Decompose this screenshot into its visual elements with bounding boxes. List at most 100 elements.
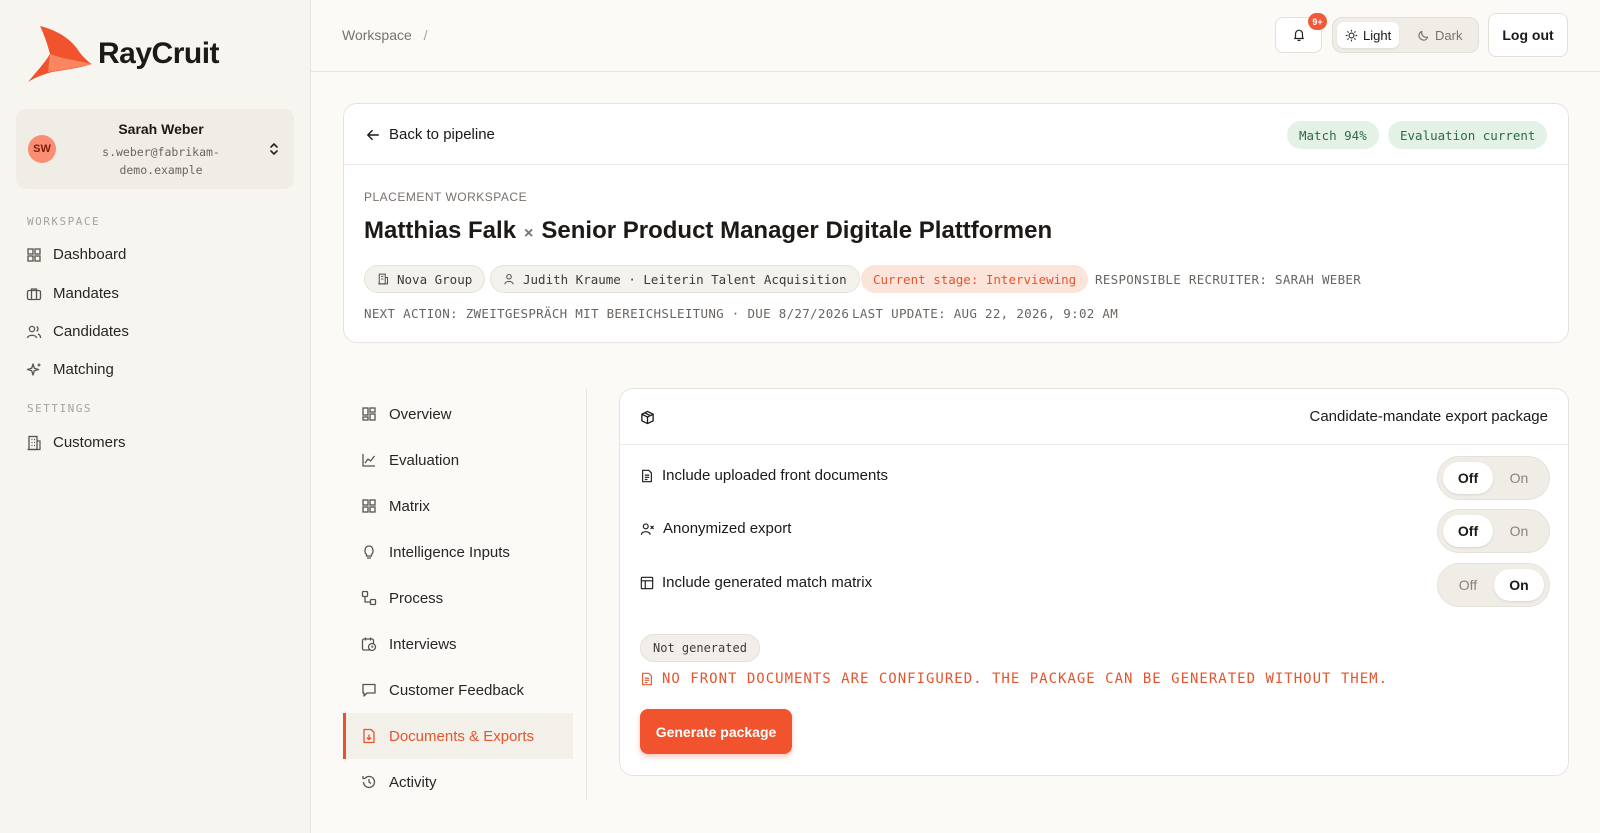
role-title: Senior Product Manager Digitale Plattfor…: [541, 217, 1053, 244]
option-anonymized-export: Anonymized export: [640, 520, 791, 537]
option-match-matrix: Include generated match matrix: [640, 574, 872, 591]
subnav-item-intelligence-inputs[interactable]: Intelligence Inputs: [343, 529, 573, 575]
contact-chip[interactable]: Judith Kraume · Leiterin Talent Acquisit…: [490, 265, 860, 293]
logout-button[interactable]: Log out: [1488, 13, 1568, 57]
option-label: Anonymized export: [663, 520, 792, 537]
front-documents-off-button[interactable]: Off: [1443, 462, 1493, 494]
page-eyebrow: PLACEMENT WORKSPACE: [364, 190, 528, 204]
sparkle-icon: [26, 362, 41, 376]
subnav-item-interviews[interactable]: Interviews: [343, 621, 573, 667]
anonymized-on-button[interactable]: On: [1494, 515, 1544, 547]
subnav-item-label: Process: [389, 589, 444, 607]
brand-logo[interactable]: RayCruit: [26, 24, 220, 84]
nav-section-settings: SETTINGS: [27, 402, 92, 415]
card-toolbar: Back to pipeline Match 94% Evaluation cu…: [344, 104, 1568, 165]
contact-name: Judith Kraume · Leiterin Talent Acquisit…: [523, 271, 847, 287]
subnav-item-overview[interactable]: Overview: [343, 391, 573, 437]
user-switcher[interactable]: SW Sarah Weber s.weber@fabrikam-demo.exa…: [16, 109, 294, 189]
match-score-badge: Match 94%: [1287, 121, 1379, 149]
top-header: Workspace / 9+ Light Dark Log out: [311, 0, 1600, 72]
placement-header-card: Back to pipeline Match 94% Evaluation cu…: [343, 103, 1569, 343]
sidebar-item-label: Matching: [53, 361, 114, 378]
package-icon: [641, 410, 654, 425]
lightbulb-icon: [364, 545, 374, 559]
theme-light-label: Light: [1363, 27, 1392, 43]
option-label: Include generated match matrix: [662, 574, 873, 591]
sidebar-item-customers[interactable]: Customers: [26, 434, 126, 451]
page-title: Matthias Falk × Senior Product Manager D…: [364, 217, 1052, 245]
match-matrix-off-button[interactable]: Off: [1443, 569, 1493, 601]
company-chip[interactable]: Nova Group: [364, 265, 486, 293]
front-documents-on-button[interactable]: On: [1494, 462, 1544, 494]
building-icon: [27, 435, 41, 450]
breadcrumb-separator: /: [423, 27, 428, 43]
building-icon: [378, 273, 389, 285]
notifications-badge: 9+: [1308, 13, 1327, 30]
sidebar-item-mandates[interactable]: Mandates: [26, 285, 119, 302]
sidebar-item-label: Dashboard: [53, 246, 127, 263]
subnav-item-documents-exports[interactable]: Documents & Exports: [343, 713, 573, 759]
theme-dark-button[interactable]: Dark: [1409, 22, 1470, 48]
nav-section-workspace: WORKSPACE: [27, 215, 101, 228]
subnav-item-matrix[interactable]: Matrix: [343, 483, 573, 529]
moon-icon: [1418, 30, 1429, 41]
front-documents-toggle: Off On: [1437, 456, 1550, 500]
candidate-name: Matthias Falk: [364, 217, 517, 244]
times-separator: ×: [524, 225, 534, 242]
user-name: Sarah Weber: [118, 121, 204, 137]
subnav-item-label: Documents & Exports: [389, 727, 535, 745]
warning-text: NO FRONT DOCUMENTS ARE CONFIGURED. THE P…: [662, 671, 1389, 687]
file-alert-icon: [642, 672, 652, 686]
subnav-item-customer-feedback[interactable]: Customer Feedback: [343, 667, 573, 713]
table-icon: [640, 576, 654, 589]
match-matrix-on-button[interactable]: On: [1494, 569, 1544, 601]
subnav-item-process[interactable]: Process: [343, 575, 573, 621]
responsible-recruiter: RESPONSIBLE RECRUITER: SARAH WEBER: [1095, 272, 1362, 287]
avatar: SW: [28, 135, 56, 163]
evaluation-status-badge: Evaluation current: [1388, 121, 1548, 149]
history-icon: [362, 775, 376, 789]
breadcrumb-item-workspace[interactable]: Workspace: [342, 27, 412, 43]
grid-icon: [27, 247, 41, 262]
back-link-label: Back to pipeline: [389, 126, 495, 143]
theme-dark-label: Dark: [1435, 27, 1463, 43]
breadcrumb: Workspace /: [342, 27, 428, 43]
package-status-badge: Not generated: [640, 634, 760, 662]
raycruit-logo-icon: [28, 26, 92, 82]
users-icon: [26, 325, 42, 338]
grid-icon: [362, 407, 376, 421]
sidebar-item-matching[interactable]: Matching: [26, 361, 114, 378]
bell-icon: [1293, 29, 1304, 42]
user-x-icon: [640, 522, 655, 535]
export-card-header: Candidate-mandate export package: [620, 389, 1568, 445]
subnav-item-activity[interactable]: Activity: [343, 759, 573, 805]
sidebar-item-dashboard[interactable]: Dashboard: [26, 246, 126, 263]
subnav-item-label: Matrix: [389, 497, 430, 515]
sidebar-item-label: Customers: [53, 434, 126, 451]
anonymized-off-button[interactable]: Off: [1443, 515, 1493, 547]
message-icon: [362, 683, 376, 697]
company-name: Nova Group: [397, 271, 473, 287]
sidebar: RayCruit SW Sarah Weber s.weber@fabrikam…: [0, 0, 311, 833]
warning-message: NO FRONT DOCUMENTS ARE CONFIGURED. THE P…: [640, 671, 1388, 687]
calendar-clock-icon: [361, 637, 377, 652]
brand-name: RayCruit: [98, 37, 220, 70]
next-action: NEXT ACTION: ZWEITGESPRÄCH MIT BEREICHSL…: [364, 306, 850, 321]
file-text-icon: [642, 469, 652, 482]
user-icon: [504, 273, 514, 285]
subnav-item-label: Activity: [389, 773, 437, 791]
subnav-item-evaluation[interactable]: Evaluation: [343, 437, 573, 483]
theme-toggle: Light Dark: [1332, 17, 1479, 53]
sidebar-item-candidates[interactable]: Candidates: [26, 323, 129, 340]
briefcase-icon: [26, 287, 42, 300]
generate-package-button[interactable]: Generate package: [640, 709, 792, 754]
match-matrix-toggle: Off On: [1437, 563, 1550, 607]
theme-light-button[interactable]: Light: [1337, 22, 1400, 48]
notifications-button[interactable]: 9+: [1275, 13, 1327, 53]
back-to-pipeline-link[interactable]: Back to pipeline: [366, 126, 495, 143]
sidebar-item-label: Mandates: [53, 285, 119, 302]
grid-icon: [362, 499, 376, 513]
stage-badge: Current stage: Interviewing: [861, 265, 1089, 293]
sidebar-item-label: Candidates: [53, 323, 129, 340]
subnav-item-label: Interviews: [389, 635, 457, 653]
